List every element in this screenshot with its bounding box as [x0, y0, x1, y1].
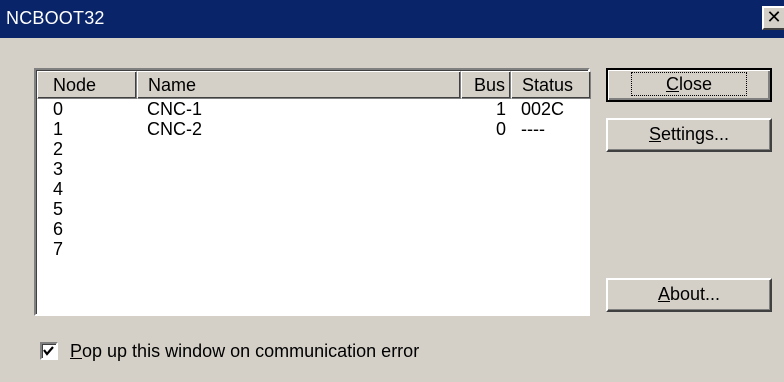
- focus-rect: Close: [630, 72, 748, 96]
- status-cell: ----: [521, 119, 545, 139]
- close-mnemonic: C: [665, 74, 679, 94]
- column-header-node[interactable]: Node: [37, 71, 137, 99]
- list-row[interactable]: 0 CNC-1 1 002C: [37, 99, 589, 119]
- window-title: NCBOOT32: [6, 8, 105, 28]
- list-row[interactable]: 2: [37, 139, 589, 159]
- list-row[interactable]: 5: [37, 199, 589, 219]
- bus-cell: 0: [495, 119, 506, 139]
- node-cell: 2: [53, 139, 64, 159]
- status-cell: 002C: [521, 99, 565, 119]
- checkbox-label: Pop up this window on communication erro…: [70, 340, 419, 362]
- list-row[interactable]: 3: [37, 159, 589, 179]
- checkbox-mnemonic: P: [70, 341, 83, 361]
- checkbox-box[interactable]: [40, 342, 58, 360]
- list-row[interactable]: 1 CNC-2 0 ----: [37, 119, 589, 139]
- list-rows: 0 CNC-1 1 002C 1 CNC-2 0 ---- 2 3 4 5 6 …: [37, 99, 589, 259]
- name-cell: CNC-1: [147, 99, 203, 119]
- node-cell: 7: [53, 239, 64, 259]
- column-header-name[interactable]: Name: [137, 71, 461, 99]
- node-cell: 6: [53, 219, 64, 239]
- close-icon: ✕: [766, 7, 782, 27]
- column-header-status[interactable]: Status: [511, 71, 591, 99]
- checkbox-text: op up this window on communication error: [82, 341, 420, 361]
- settings-label: ettings...: [660, 124, 730, 144]
- list-row[interactable]: 6: [37, 219, 589, 239]
- list-row[interactable]: 4: [37, 179, 589, 199]
- node-cell: 4: [53, 179, 64, 199]
- node-cell: 3: [53, 159, 64, 179]
- about-button[interactable]: About...: [606, 278, 772, 312]
- title-bar: NCBOOT32 ✕: [0, 0, 784, 38]
- settings-button[interactable]: Settings...: [606, 118, 772, 152]
- node-cell: 5: [53, 199, 64, 219]
- about-mnemonic: A: [657, 284, 670, 304]
- name-cell: CNC-2: [147, 119, 203, 139]
- window-close-button[interactable]: ✕: [762, 6, 784, 30]
- column-header-bus[interactable]: Bus: [461, 71, 511, 99]
- close-button[interactable]: Close: [606, 68, 772, 102]
- about-label: bout...: [669, 284, 721, 304]
- node-cell: 0: [53, 99, 64, 119]
- node-list[interactable]: Node Name Bus Status 0 CNC-1 1 002C 1 CN…: [34, 68, 591, 316]
- list-header: Node Name Bus Status: [37, 71, 591, 99]
- close-label: lose: [678, 74, 713, 94]
- list-row[interactable]: 7: [37, 239, 589, 259]
- bus-cell: 1: [495, 99, 506, 119]
- checkmark-icon: [43, 346, 54, 356]
- node-cell: 1: [53, 119, 64, 139]
- settings-mnemonic: S: [648, 124, 661, 144]
